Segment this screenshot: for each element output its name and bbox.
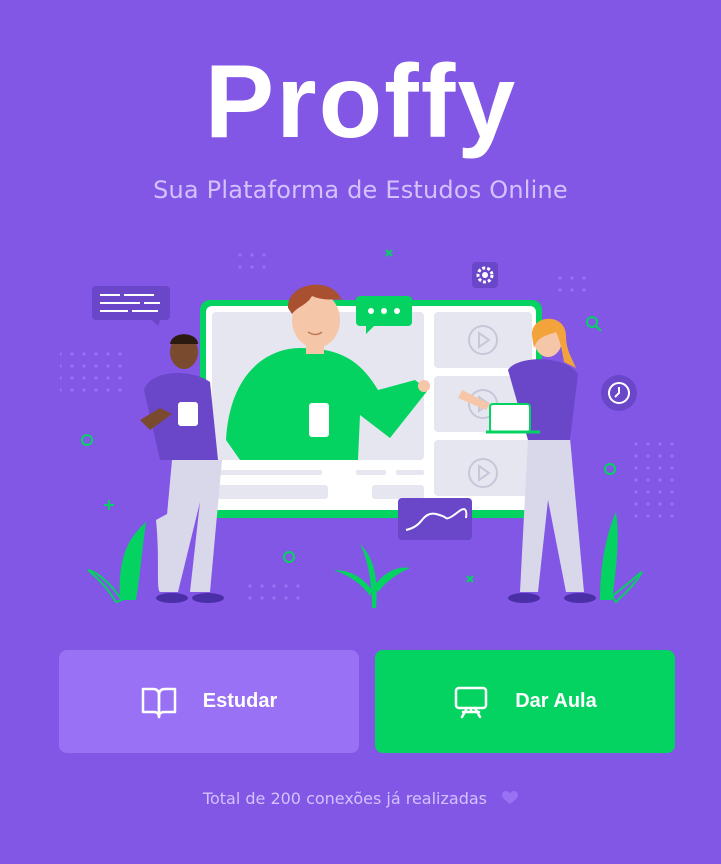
presentation-board-icon [453,685,489,719]
study-button-label: Estudar [202,690,278,712]
tagline: Sua Plataforma de Estudos Online [153,176,568,204]
give-classes-button-label: Dar Aula [515,690,597,712]
proffy-logo-wordmark: Proffy [204,45,516,160]
give-classes-button[interactable]: Dar Aula [375,650,675,753]
proffy-logo: Proffy [0,40,721,170]
book-open-icon [141,685,177,719]
connections-text: Total de 200 conexões já realizadas [202,789,487,808]
svg-text:Proffy: Proffy [204,45,516,160]
text-card [92,286,170,326]
connections-footer: Total de 200 conexões já realizadas [0,789,721,809]
hero-illustration [60,249,674,608]
heart-icon [502,790,519,809]
clock-badge [601,375,637,411]
gear-badge [472,262,498,288]
chart-card [398,498,472,540]
study-button[interactable]: Estudar [59,650,359,753]
